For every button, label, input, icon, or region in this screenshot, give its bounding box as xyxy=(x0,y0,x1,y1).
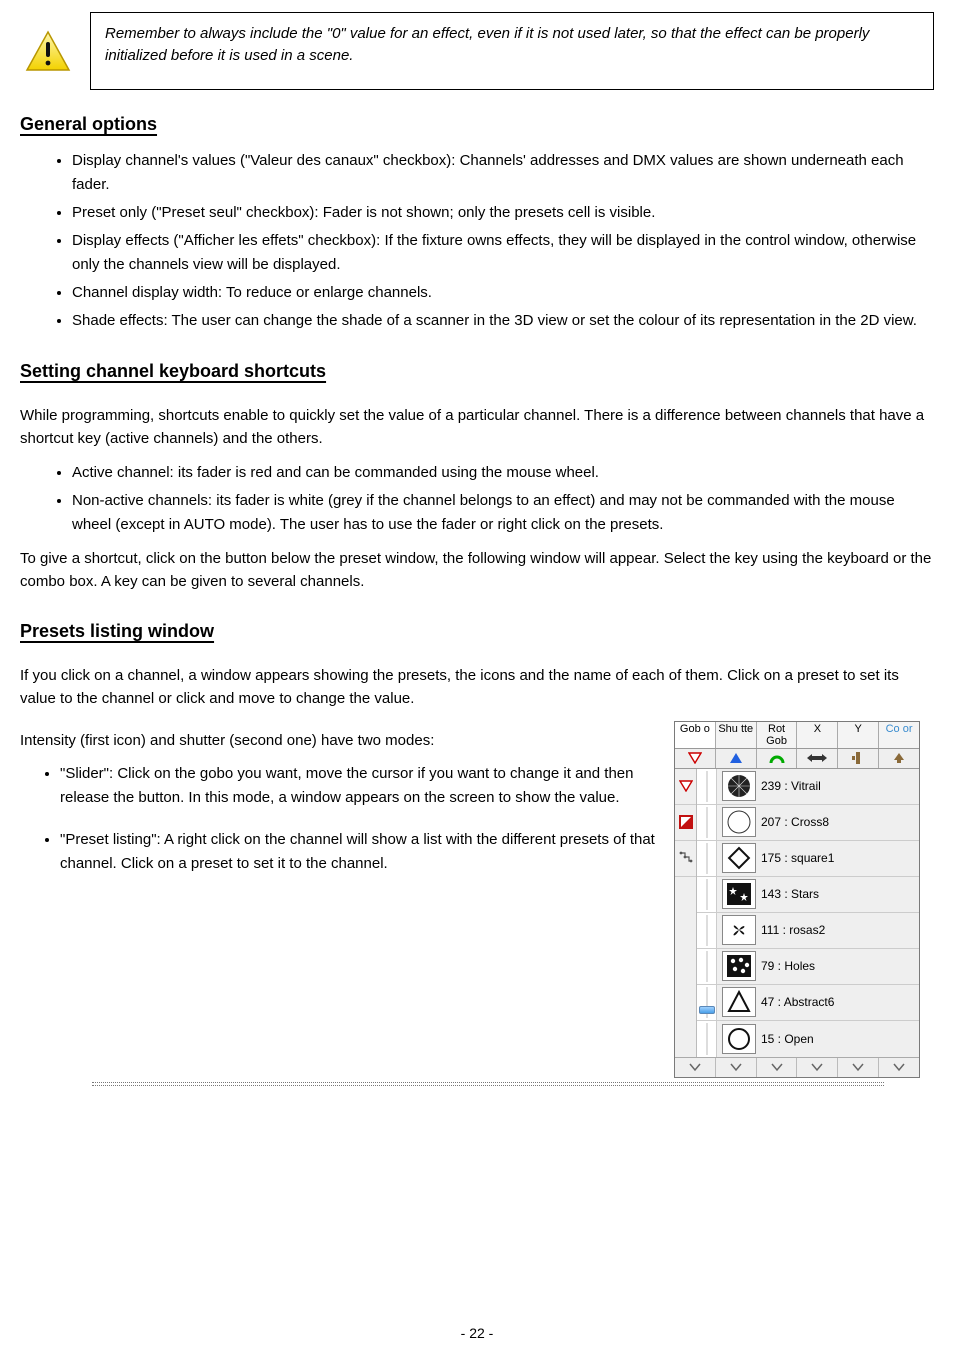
paragraph: If you click on a channel, a window appe… xyxy=(20,664,934,711)
panel-left-rail xyxy=(675,769,697,1057)
preset-label: 239 : Vitrail xyxy=(761,779,821,793)
section-title-channel-shortcuts: Setting channel keyboard shortcuts xyxy=(20,361,326,382)
list-item: Display effects ("Afficher les effets" c… xyxy=(72,229,934,277)
toolbar-down-icon[interactable] xyxy=(675,749,716,768)
row-slider[interactable] xyxy=(697,985,717,1020)
bottom-chevron-icon[interactable] xyxy=(797,1058,838,1077)
warning-icon xyxy=(20,12,76,90)
row-slider[interactable] xyxy=(697,949,717,984)
modes-list: "Slider": Click on the gobo you want, mo… xyxy=(20,762,656,876)
gobo-thumb-stars xyxy=(722,879,756,909)
warning-text: Remember to always include the "0" value… xyxy=(90,12,934,90)
list-item: Non-active channels: its fader is white … xyxy=(72,489,934,537)
section-title-general-options: General options xyxy=(20,114,934,135)
panel-bottom-bar xyxy=(675,1057,919,1077)
list-item: Active channel: its fader is red and can… xyxy=(72,461,934,485)
bottom-chevron-icon[interactable] xyxy=(757,1058,798,1077)
tab-x[interactable]: X xyxy=(797,722,838,748)
gobo-thumb-abstract6 xyxy=(722,987,756,1017)
rail-spacer xyxy=(675,877,696,1057)
preset-row[interactable]: 207 : Cross8 xyxy=(697,805,919,841)
preset-label: 47 : Abstract6 xyxy=(761,995,834,1009)
footer-divider xyxy=(92,1082,884,1083)
gobo-thumb-vitrail xyxy=(722,771,756,801)
gobo-thumb-open xyxy=(722,1024,756,1054)
preset-row[interactable]: 143 : Stars xyxy=(697,877,919,913)
preset-label: 79 : Holes xyxy=(761,959,815,973)
channel-shortcuts-list: Active channel: its fader is red and can… xyxy=(20,461,934,537)
section-title-presets-listing: Presets listing window xyxy=(20,621,214,642)
paragraph: Intensity (first icon) and shutter (seco… xyxy=(20,729,656,752)
panel-toolbar xyxy=(675,749,919,769)
toolbar-up2-icon[interactable] xyxy=(879,749,919,768)
bottom-chevron-icon[interactable] xyxy=(716,1058,757,1077)
bottom-chevron-icon[interactable] xyxy=(838,1058,879,1077)
list-item: "Preset listing": A right click on the c… xyxy=(60,828,656,876)
footer-divider xyxy=(92,1085,884,1086)
preset-label: 207 : Cross8 xyxy=(761,815,829,829)
preset-row[interactable]: 239 : Vitrail xyxy=(697,769,919,805)
preset-row[interactable]: 47 : Abstract6 xyxy=(697,985,919,1021)
left-column: Intensity (first icon) and shutter (seco… xyxy=(20,721,656,894)
toolbar-up-icon[interactable] xyxy=(716,749,757,768)
panel-body: 239 : Vitrail 207 : Cross8 xyxy=(675,769,919,1057)
paragraph: To give a shortcut, click on the button … xyxy=(20,547,934,594)
bottom-chevron-icon[interactable] xyxy=(675,1058,716,1077)
warning-row: Remember to always include the "0" value… xyxy=(20,12,934,90)
bottom-chevron-icon[interactable] xyxy=(879,1058,919,1077)
preset-label: 143 : Stars xyxy=(761,887,819,901)
gobo-thumb-square1 xyxy=(722,843,756,873)
list-item: Display channel's values ("Valeur des ca… xyxy=(72,149,934,197)
list-item: Channel display width: To reduce or enla… xyxy=(72,281,934,305)
rail-red-square-icon[interactable] xyxy=(675,805,696,841)
row-slider[interactable] xyxy=(697,877,717,912)
gobo-thumb-holes xyxy=(722,951,756,981)
gobo-thumb-rosas2 xyxy=(722,915,756,945)
list-item: Shade effects: The user can change the s… xyxy=(72,309,934,333)
page-number: - 22 - xyxy=(0,1325,954,1341)
preset-row[interactable]: 175 : square1 xyxy=(697,841,919,877)
paragraph: While programming, shortcuts enable to q… xyxy=(20,404,934,451)
presets-panel: Gob o Shu tte Rot Gob X Y Co or xyxy=(674,721,920,1078)
preset-row[interactable]: 111 : rosas2 xyxy=(697,913,919,949)
list-item: Preset only ("Preset seul" checkbox): Fa… xyxy=(72,201,934,225)
rail-down-icon[interactable] xyxy=(675,769,696,805)
right-column: Gob o Shu tte Rot Gob X Y Co or xyxy=(674,721,934,1078)
tab-gobo[interactable]: Gob o xyxy=(675,722,716,748)
toolbar-arrows-icon[interactable] xyxy=(797,749,838,768)
row-slider[interactable] xyxy=(697,769,717,804)
gobo-thumb-cross8 xyxy=(722,807,756,837)
preset-row[interactable]: 79 : Holes xyxy=(697,949,919,985)
preset-label: 175 : square1 xyxy=(761,851,834,865)
panel-tabs: Gob o Shu tte Rot Gob X Y Co or xyxy=(675,722,919,749)
rail-tree-icon[interactable] xyxy=(675,841,696,877)
general-options-list: Display channel's values ("Valeur des ca… xyxy=(20,149,934,333)
tab-rot-gob[interactable]: Rot Gob xyxy=(757,722,798,748)
row-slider[interactable] xyxy=(697,1021,717,1057)
row-slider[interactable] xyxy=(697,841,717,876)
preset-row[interactable]: 15 : Open xyxy=(697,1021,919,1057)
toolbar-ring-icon[interactable] xyxy=(757,749,798,768)
panel-list: 239 : Vitrail 207 : Cross8 xyxy=(697,769,919,1057)
tab-shutter[interactable]: Shu tte xyxy=(716,722,757,748)
tab-y[interactable]: Y xyxy=(838,722,879,748)
tab-color[interactable]: Co or xyxy=(879,722,919,748)
row-slider[interactable] xyxy=(697,913,717,948)
preset-label: 111 : rosas2 xyxy=(761,923,825,937)
toolbar-vbar-icon[interactable] xyxy=(838,749,879,768)
list-item: "Slider": Click on the gobo you want, mo… xyxy=(60,762,656,810)
preset-label: 15 : Open xyxy=(761,1032,814,1046)
two-column-layout: Intensity (first icon) and shutter (seco… xyxy=(20,721,934,1078)
row-slider[interactable] xyxy=(697,805,717,840)
